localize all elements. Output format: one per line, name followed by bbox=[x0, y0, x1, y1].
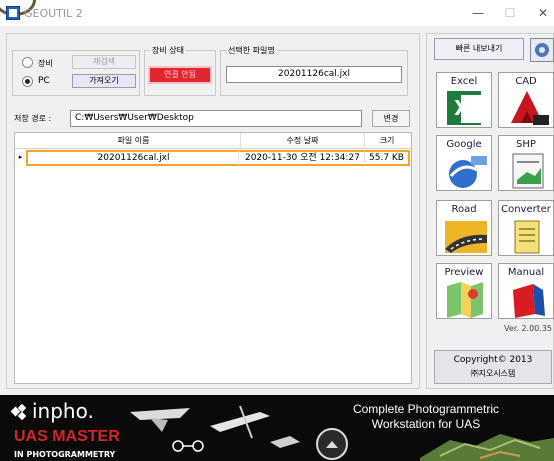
pc-label: PC bbox=[38, 76, 50, 86]
rescan-button[interactable]: 재검색 bbox=[72, 55, 136, 69]
uas-drones-illustration bbox=[130, 405, 300, 452]
banner-brand: inpho. bbox=[32, 399, 94, 423]
banner-tagline: IN PHOTOGRAMMETRY bbox=[14, 450, 116, 459]
equipment-label: 장비 bbox=[38, 59, 53, 68]
close-button[interactable]: ✕ bbox=[532, 4, 554, 22]
save-path-label: 저장 경로 : bbox=[14, 114, 52, 123]
modified-cell: 2020-11-30 오전 12:34:27 bbox=[241, 151, 365, 165]
shp-tile[interactable]: SHP bbox=[498, 135, 554, 191]
google-tile[interactable]: Google bbox=[436, 135, 492, 191]
excel-icon: X bbox=[447, 91, 483, 125]
next-arrow-button[interactable] bbox=[316, 428, 348, 460]
maximize-button[interactable]: ☐ bbox=[499, 4, 521, 22]
chevron-up-icon bbox=[326, 441, 338, 448]
col-header-size[interactable]: 크기 bbox=[365, 133, 409, 149]
svg-text:X: X bbox=[454, 96, 470, 120]
change-path-button[interactable]: 변경 bbox=[372, 110, 410, 127]
preview-tile[interactable]: Preview bbox=[436, 263, 492, 319]
copyright-line2: ㈜지오시스템 bbox=[470, 369, 516, 378]
banner-product: UAS MASTER bbox=[14, 428, 120, 445]
converter-tile[interactable]: Converter bbox=[498, 200, 554, 256]
col-header-file-name[interactable]: 파일 이름 bbox=[27, 133, 241, 149]
settings-button[interactable] bbox=[530, 38, 554, 62]
size-cell: 55.7 KB bbox=[369, 153, 404, 163]
inpho-logo-icon bbox=[10, 403, 27, 421]
device-status-legend: 장비 상태 bbox=[150, 45, 186, 56]
gear-icon bbox=[535, 43, 549, 57]
terrain-model-illustration bbox=[420, 434, 554, 461]
road-icon bbox=[445, 221, 487, 253]
google-earth-kml-icon bbox=[449, 156, 487, 188]
equipment-radio[interactable] bbox=[22, 57, 33, 68]
connection-status-badge: 연결 안됨 bbox=[148, 66, 212, 84]
file-name-cell: 20201126cal.jxl bbox=[29, 151, 239, 165]
shapefile-icon bbox=[512, 153, 544, 189]
row-indicator-icon: ▸ bbox=[18, 153, 23, 161]
manual-tile[interactable]: Manual bbox=[498, 263, 554, 319]
save-path-input[interactable]: C:₩Users₩User₩Desktop bbox=[70, 110, 362, 127]
manual-book-icon bbox=[513, 284, 545, 318]
map-preview-icon bbox=[447, 282, 483, 318]
window-title: GEOUTIL 2 bbox=[24, 7, 83, 20]
pc-radio[interactable] bbox=[22, 76, 33, 87]
quick-export-button[interactable]: 빠른 내보내기 bbox=[434, 38, 524, 60]
file-table bbox=[14, 132, 412, 384]
col-header-modified[interactable]: 수정 날짜 bbox=[241, 133, 365, 149]
road-tile[interactable]: Road bbox=[436, 200, 492, 256]
converter-document-icon bbox=[514, 220, 540, 254]
minimize-button[interactable]: — bbox=[467, 4, 489, 22]
selected-file-legend: 선택한 파일명 bbox=[226, 45, 277, 56]
autocad-icon bbox=[511, 91, 549, 125]
load-button[interactable]: 가져오기 bbox=[72, 74, 136, 88]
excel-tile[interactable]: Excel X bbox=[436, 72, 492, 128]
banner-headline-1: Complete Photogrammetric bbox=[352, 402, 500, 416]
cad-tile[interactable]: CAD bbox=[498, 72, 554, 128]
selected-file-field: 20201126cal.jxl bbox=[226, 66, 402, 83]
app-icon bbox=[6, 6, 20, 20]
copyright-line1: Copyright© 2013 bbox=[453, 355, 533, 365]
version-text: Ver. 2.00.35 bbox=[504, 324, 552, 333]
